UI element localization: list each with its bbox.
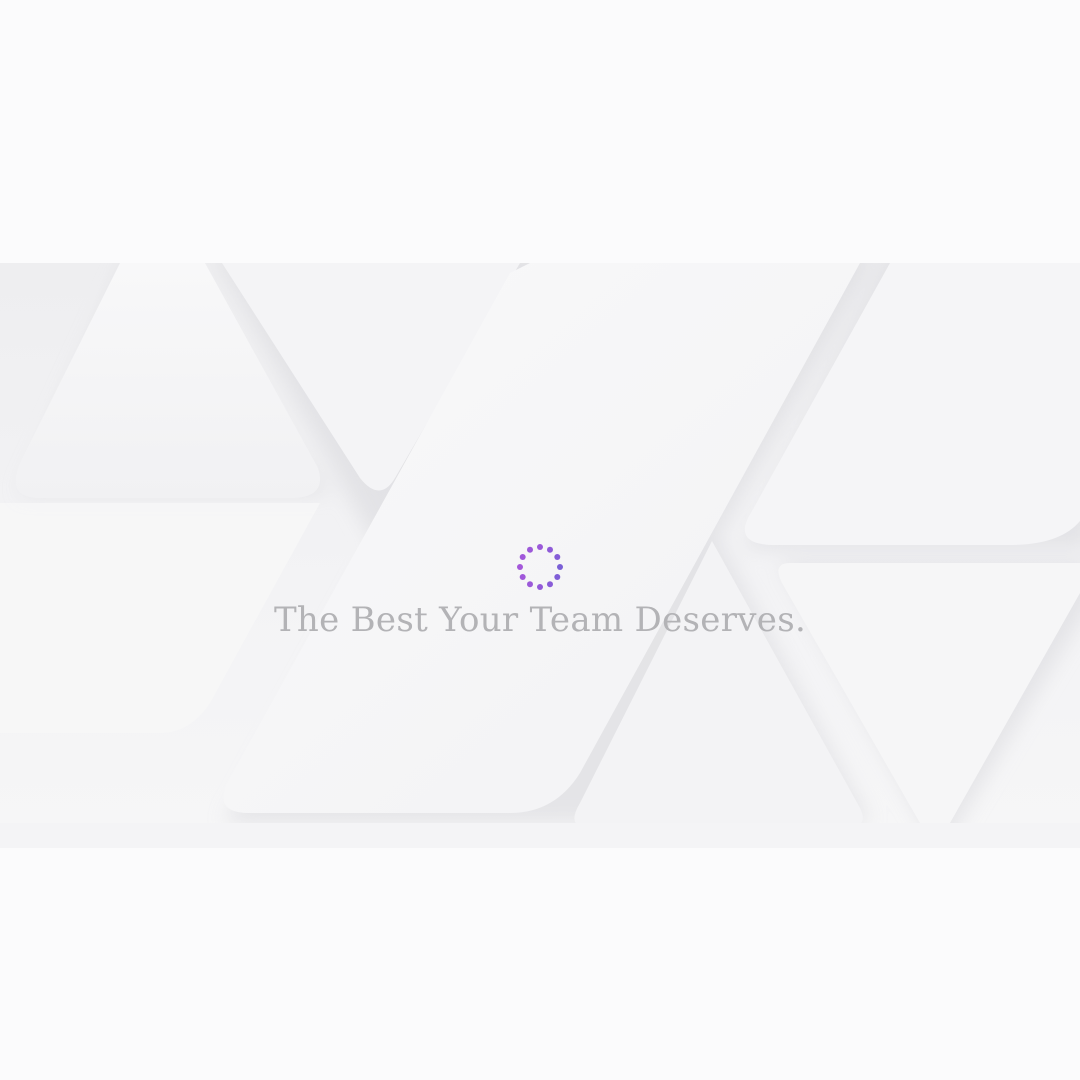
dotted-spinner-icon xyxy=(517,544,563,590)
tagline: The Best Your Team Deserves. xyxy=(273,600,807,640)
splash-screen: The Best Your Team Deserves. xyxy=(0,0,1080,1080)
